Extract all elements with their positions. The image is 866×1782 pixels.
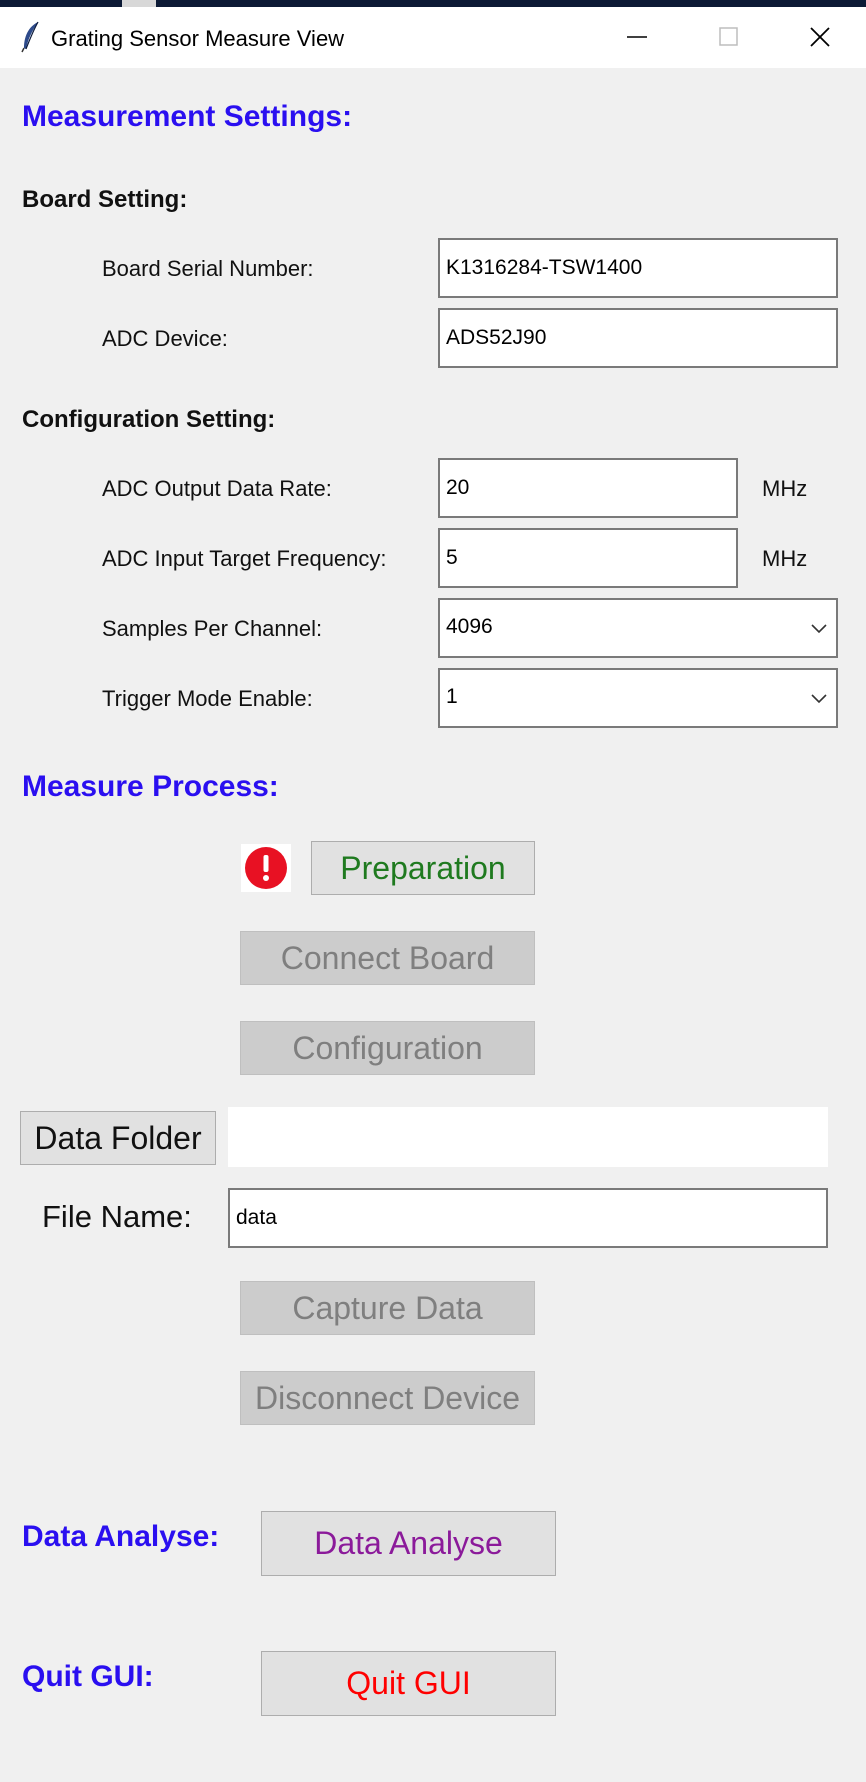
data-folder-button[interactable]: Data Folder [20,1111,216,1165]
samples-per-channel-label: Samples Per Channel: [102,616,323,641]
title-bar: Grating Sensor Measure View [0,7,866,68]
error-icon [241,844,291,892]
chevron-down-icon [811,694,827,704]
close-button[interactable] [775,7,866,68]
samples-per-channel-value: 4096 [446,615,493,638]
measurement-settings-heading: Measurement Settings: [22,100,353,133]
feather-icon [20,21,42,53]
adc-input-frequency-input[interactable] [438,528,738,588]
close-icon [810,27,830,47]
input-frequency-unit: MHz [762,546,808,571]
samples-per-channel-select[interactable]: 4096 [438,598,838,658]
adc-device-label: ADC Device: [102,326,228,351]
maximize-icon [719,27,738,46]
taskbar-strip [0,0,866,7]
trigger-mode-select[interactable]: 1 [438,668,838,728]
chevron-down-icon [811,624,827,634]
quit-gui-button[interactable]: Quit GUI [261,1651,556,1716]
taskbar-tab [122,0,156,7]
board-serial-input[interactable] [438,238,838,298]
configuration-button[interactable]: Configuration [240,1021,535,1075]
trigger-mode-value: 1 [446,685,458,708]
data-folder-path [228,1107,828,1167]
capture-data-button[interactable]: Capture Data [240,1281,535,1335]
trigger-mode-label: Trigger Mode Enable: [102,686,313,711]
minimize-icon [627,36,647,38]
preparation-button[interactable]: Preparation [311,841,535,895]
board-serial-label: Board Serial Number: [102,256,314,281]
adc-input-frequency-label: ADC Input Target Frequency: [102,546,387,571]
adc-output-rate-label: ADC Output Data Rate: [102,476,332,501]
measure-process-heading: Measure Process: [22,770,279,803]
data-analyse-button[interactable]: Data Analyse [261,1511,556,1576]
board-setting-heading: Board Setting: [22,186,188,213]
minimize-button[interactable] [592,7,683,68]
file-name-label: File Name: [42,1199,192,1234]
quit-gui-heading: Quit GUI: [22,1660,154,1693]
maximize-button[interactable] [683,7,774,68]
data-analyse-heading: Data Analyse: [22,1520,220,1553]
connect-board-button[interactable]: Connect Board [240,931,535,985]
file-name-input[interactable] [228,1188,828,1248]
output-rate-unit: MHz [762,476,808,501]
window-title: Grating Sensor Measure View [51,26,345,51]
adc-device-input[interactable] [438,308,838,368]
configuration-setting-heading: Configuration Setting: [22,406,276,433]
disconnect-device-button[interactable]: Disconnect Device [240,1371,535,1425]
adc-output-rate-input[interactable] [438,458,738,518]
